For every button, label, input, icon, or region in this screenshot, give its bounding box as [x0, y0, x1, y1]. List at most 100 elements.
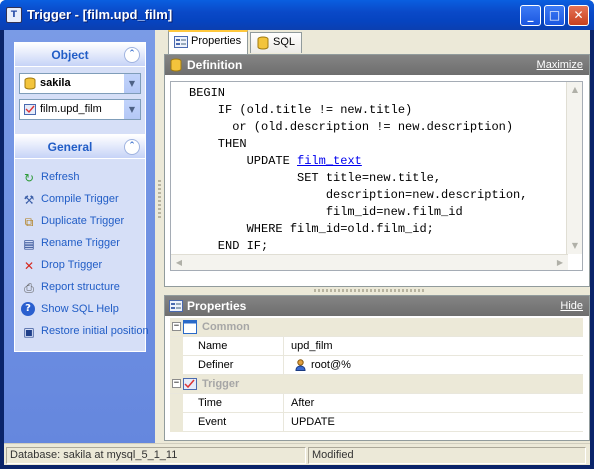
- horizontal-scrollbar[interactable]: ◀ ▶: [171, 254, 568, 270]
- collapse-icon[interactable]: −: [172, 322, 181, 331]
- properties-icon: [169, 300, 183, 312]
- trigger-select[interactable]: film.upd_film ▼: [19, 99, 141, 120]
- table-link[interactable]: film_text: [297, 154, 362, 168]
- scroll-up-icon[interactable]: ▲: [567, 82, 582, 98]
- horizontal-splitter[interactable]: [164, 287, 590, 295]
- property-value[interactable]: root@%: [311, 359, 351, 371]
- title-bar[interactable]: T Trigger - [film.upd_film] _ □ ✕: [0, 0, 594, 30]
- column-divider: [283, 337, 284, 356]
- scroll-down-icon[interactable]: ▼: [567, 238, 582, 254]
- code-line: THEN: [189, 136, 527, 153]
- property-name: Definer: [198, 359, 234, 371]
- navigation-panel: Object ⌃ sakila ▼ film.upd_film ▼ Genera…: [4, 30, 155, 443]
- column-divider: [283, 356, 284, 375]
- property-value[interactable]: upd_film: [291, 340, 333, 352]
- property-name: Event: [198, 416, 227, 428]
- property-row-event[interactable]: Event UPDATE: [170, 413, 583, 432]
- nav-rename-trigger[interactable]: ▤ Rename Trigger: [21, 235, 147, 253]
- nav-show-sql-help[interactable]: ? Show SQL Help: [21, 301, 147, 319]
- restore-icon: ▣: [23, 325, 35, 339]
- splitter-grip: [314, 289, 424, 292]
- code-line: SET title=new.title,: [189, 170, 527, 187]
- nav-report-structure[interactable]: ⎙ Report structure: [21, 279, 147, 297]
- properties-panel: Properties Hide − Common Name upd_film D…: [164, 295, 590, 441]
- scroll-left-icon[interactable]: ◀: [171, 255, 187, 270]
- code-line: BEGIN: [189, 85, 527, 102]
- property-value[interactable]: UPDATE: [291, 416, 335, 428]
- nav-restore-position[interactable]: ▣ Restore initial position: [21, 323, 148, 341]
- definition-title: Definition: [187, 58, 243, 72]
- code-line: END IF;: [189, 238, 527, 255]
- definition-icon: [170, 58, 182, 72]
- database-value: sakila: [40, 77, 71, 89]
- sql-icon: [257, 36, 269, 50]
- collapse-icon[interactable]: ⌃: [124, 139, 140, 155]
- user-icon: [295, 359, 306, 371]
- sql-editor[interactable]: BEGIN IF (old.title != new.title) or (ol…: [170, 81, 583, 271]
- general-group-header[interactable]: General ⌃: [15, 135, 145, 159]
- code-text: END IF;: [189, 239, 269, 253]
- property-name: Name: [198, 340, 228, 352]
- trigger-icon: [183, 378, 197, 390]
- code-text: film_id=new.film_id: [189, 205, 463, 219]
- chevron-down-icon[interactable]: ▼: [123, 100, 140, 119]
- code-text: BEGIN: [189, 86, 226, 100]
- vertical-splitter[interactable]: [155, 30, 164, 443]
- drop-icon: ✕: [23, 259, 35, 273]
- scroll-right-icon[interactable]: ▶: [552, 255, 568, 270]
- status-state: Modified: [308, 447, 586, 464]
- common-icon: [183, 320, 197, 334]
- window-title: Trigger - [film.upd_film]: [27, 7, 173, 22]
- chevron-down-icon[interactable]: ▼: [123, 74, 140, 93]
- database-select[interactable]: sakila ▼: [19, 73, 141, 94]
- client-area: Object ⌃ sakila ▼ film.upd_film ▼ Genera…: [4, 30, 590, 465]
- general-group-title: General: [47, 140, 93, 154]
- trigger-value: film.upd_film: [40, 103, 102, 115]
- sql-code[interactable]: BEGIN IF (old.title != new.title) or (ol…: [189, 85, 528, 270]
- nav-drop-label: Drop Trigger: [41, 259, 103, 271]
- collapse-icon[interactable]: −: [172, 379, 181, 388]
- collapse-icon[interactable]: ⌃: [124, 47, 140, 63]
- code-text: SET title=new.title,: [189, 171, 442, 185]
- minimize-button[interactable]: _: [520, 5, 541, 26]
- nav-refresh-label: Refresh: [41, 171, 80, 183]
- property-value[interactable]: After: [291, 397, 314, 409]
- code-line: IF (old.title != new.title): [189, 102, 527, 119]
- maximize-link[interactable]: Maximize: [537, 59, 583, 71]
- code-line: or (old.description != new.description): [189, 119, 527, 136]
- nav-help-label: Show SQL Help: [41, 303, 119, 315]
- nav-report-label: Report structure: [41, 281, 120, 293]
- nav-drop-trigger[interactable]: ✕ Drop Trigger: [21, 257, 147, 275]
- code-line: description=new.description,: [189, 187, 528, 204]
- vertical-scrollbar[interactable]: ▲ ▼: [566, 82, 582, 254]
- category-row-trigger[interactable]: − Trigger: [170, 375, 583, 394]
- definition-panel: Definition Maximize BEGIN IF (old.title …: [164, 54, 590, 287]
- category-label: Common: [202, 321, 250, 333]
- code-line: UPDATE film_text: [189, 153, 527, 170]
- property-name: Time: [198, 397, 223, 409]
- property-row-time[interactable]: Time After: [170, 394, 583, 413]
- tab-properties[interactable]: Properties: [168, 30, 248, 54]
- property-row-definer[interactable]: Definer root@%: [170, 356, 583, 375]
- hide-link[interactable]: Hide: [560, 300, 583, 312]
- close-button[interactable]: ✕: [568, 5, 589, 26]
- code-line: film_id=new.film_id: [189, 204, 527, 221]
- nav-compile-trigger[interactable]: ⚒ Compile Trigger: [21, 191, 147, 209]
- code-text: IF (old.title != new.title): [189, 103, 413, 117]
- code-text: description=new.description,: [189, 188, 528, 202]
- object-group-header[interactable]: Object ⌃: [15, 43, 145, 67]
- column-divider: [283, 413, 284, 432]
- database-icon: [24, 77, 36, 90]
- properties-header: Properties Hide: [165, 296, 589, 316]
- nav-duplicate-label: Duplicate Trigger: [41, 215, 125, 227]
- duplicate-icon: ⧉: [24, 215, 34, 229]
- tab-sql[interactable]: SQL: [250, 32, 302, 53]
- nav-refresh[interactable]: ↻ Refresh: [21, 169, 147, 187]
- category-row-common[interactable]: − Common: [170, 318, 583, 337]
- row-gutter: [170, 337, 183, 356]
- property-row-name[interactable]: Name upd_film: [170, 337, 583, 356]
- code-text: or (old.description != new.description): [189, 120, 514, 134]
- row-gutter: [170, 356, 183, 375]
- nav-duplicate-trigger[interactable]: ⧉ Duplicate Trigger: [21, 213, 147, 231]
- maximize-button[interactable]: □: [544, 5, 565, 26]
